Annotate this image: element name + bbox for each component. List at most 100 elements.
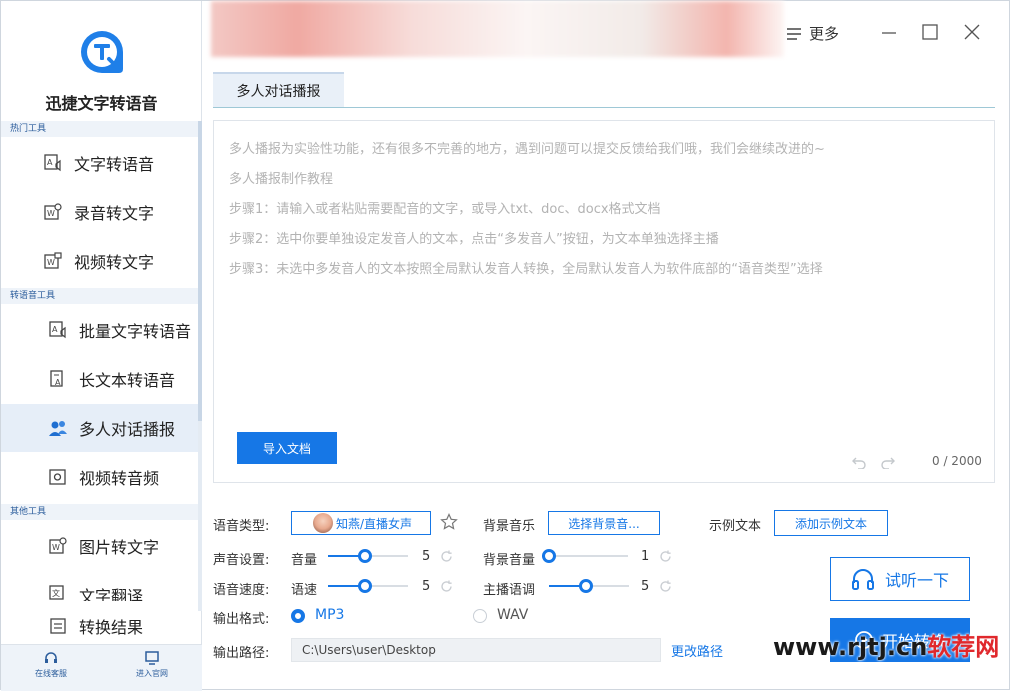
speed-value: 5 (422, 579, 431, 594)
slider-knob[interactable] (542, 549, 556, 563)
svg-text:A: A (47, 158, 53, 167)
app-window: 迅捷文字转语音 热门工具 A 文字转语音 W 录音转文字 W 视频转文字 转语音… (0, 0, 1010, 691)
sidebar-item-label: 批量文字转语音 (79, 322, 192, 341)
svg-text:A: A (55, 378, 61, 387)
sidebar-item-multi-person[interactable]: 多人对话播报 (1, 404, 198, 452)
voice-type-label: 语音类型: (213, 519, 270, 534)
placeholder-line: 步骤1：请输入或者粘贴需要配音的文字，或导入txt、doc、docx格式文档 (229, 202, 661, 217)
change-path-link[interactable]: 更改路径 (671, 641, 723, 660)
sidebar-item-video-to-text[interactable]: W 视频转文字 (1, 237, 198, 285)
audio-to-text-icon: W (44, 203, 62, 220)
import-document-button[interactable]: 导入文档 (237, 432, 337, 464)
sidebar-scrollbar-thumb[interactable] (198, 121, 202, 421)
listen-label: 试听一下 (884, 571, 949, 590)
watermark: www.rjtj.cn软荐网 (773, 627, 999, 662)
watermark-url: www.rjtj.cn (773, 633, 928, 661)
monitor-icon (145, 651, 159, 665)
menu-icon (787, 27, 801, 40)
more-label: 更多 (809, 25, 840, 43)
section-speech-tools: 转语音工具 (1, 288, 202, 304)
reset-icon[interactable] (659, 580, 672, 593)
svg-text:W: W (52, 543, 60, 552)
sidebar-item-label: 文字转语音 (74, 155, 155, 174)
output-path-field[interactable]: C:\Users\user\Desktop (291, 638, 661, 662)
select-bg-music-button[interactable]: 选择背景音... (548, 511, 660, 535)
sidebar-item-image-to-text[interactable]: W 图片转文字 (1, 522, 198, 570)
sidebar-item-translate[interactable]: 文 文字翻译 (1, 571, 198, 601)
sidebar: 迅捷文字转语音 热门工具 A 文字转语音 W 录音转文字 W 视频转文字 转语音… (1, 1, 202, 691)
slider-knob[interactable] (358, 579, 372, 593)
sound-settings-label: 声音设置: (213, 553, 270, 568)
multi-person-icon (49, 421, 67, 436)
char-counter: 0 / 2000 (932, 454, 982, 468)
result-icon (50, 618, 66, 634)
slider-knob[interactable] (579, 579, 593, 593)
svg-text:W: W (47, 258, 55, 267)
sidebar-item-batch-text-to-speech[interactable]: A 批量文字转语音 (1, 306, 198, 354)
minimize-icon[interactable] (880, 23, 898, 41)
tab-multi-person[interactable]: 多人对话播报 (213, 72, 344, 108)
text-to-speech-icon: A (44, 154, 61, 172)
undo-icon[interactable] (852, 455, 866, 469)
speed-slider[interactable] (328, 579, 408, 593)
sidebar-item-label: 视频转音频 (79, 469, 160, 488)
reset-icon[interactable] (440, 550, 453, 563)
bg-volume-slider[interactable] (542, 549, 628, 563)
sidebar-item-label: 多人对话播报 (79, 420, 176, 439)
headphones-icon (851, 569, 874, 590)
sidebar-item-label: 转换结果 (79, 618, 144, 637)
redo-icon[interactable] (881, 455, 895, 469)
translate-icon: 文 (49, 585, 64, 600)
maximize-icon[interactable] (921, 23, 939, 41)
placeholder-line: 多人播报为实验性功能，还有很多不完善的地方，遇到问题可以提交反馈给我们哦，我们会… (229, 142, 825, 157)
sidebar-item-result[interactable]: 转换结果 (1, 602, 198, 650)
section-hot-tools: 热门工具 (1, 121, 202, 137)
bg-volume-value: 1 (641, 549, 650, 564)
speed-settings-label: 语音速度: (213, 583, 270, 598)
online-support-button[interactable]: 在线客服 (21, 651, 81, 679)
slider-knob[interactable] (358, 549, 372, 563)
format-wav-label[interactable]: WAV (497, 607, 528, 623)
video-to-text-icon: W (44, 252, 62, 269)
voice-name: 知燕/直播女声 (336, 516, 413, 531)
voice-select-button[interactable]: 知燕/直播女声 (291, 511, 431, 535)
reset-icon[interactable] (440, 580, 453, 593)
volume-slider[interactable] (328, 549, 408, 563)
placeholder-line: 步骤3：未选中多发音人的文本按照全局默认发音人转换，全局默认发音人为软件底部的“… (229, 262, 823, 277)
close-icon[interactable] (963, 23, 981, 41)
placeholder-line: 多人播报制作教程 (229, 172, 334, 187)
online-support-label: 在线客服 (35, 669, 67, 678)
sidebar-bottom-bar: 在线客服 进入官网 (1, 644, 202, 691)
text-editor[interactable]: 多人播报为实验性功能，还有很多不完善的地方，遇到问题可以提交反馈给我们哦，我们会… (213, 120, 995, 483)
website-label: 进入官网 (136, 669, 168, 678)
sidebar-item-label: 长文本转语音 (79, 371, 176, 390)
tone-label: 主播语调 (483, 583, 536, 598)
reset-icon[interactable] (659, 550, 672, 563)
svg-text:W: W (47, 209, 55, 218)
bg-volume-label: 背景音量 (483, 553, 536, 568)
website-button[interactable]: 进入官网 (122, 651, 182, 679)
sidebar-item-video-to-audio[interactable]: 视频转音频 (1, 453, 198, 501)
add-sample-text-button[interactable]: 添加示例文本 (774, 510, 888, 536)
output-path-label: 输出路径: (213, 646, 270, 661)
sidebar-item-long-text-to-speech[interactable]: A 长文本转语音 (1, 355, 198, 403)
output-format-label: 输出格式: (213, 612, 270, 627)
image-to-text-icon: W (49, 537, 67, 554)
sidebar-item-label: 视频转文字 (74, 253, 155, 272)
svg-text:A: A (52, 325, 58, 334)
tone-slider[interactable] (549, 579, 629, 593)
format-mp3-label[interactable]: MP3 (315, 607, 344, 623)
placeholder-line: 步骤2：选中你要单独设定发音人的文本，点击“多发音人”按钮，为文本单独选择主播 (229, 232, 719, 247)
sample-text-label: 示例文本 (709, 519, 762, 534)
ad-banner[interactable] (211, 1, 784, 57)
format-mp3-radio[interactable] (291, 609, 305, 623)
favorite-star-icon[interactable] (440, 513, 458, 531)
preview-listen-button[interactable]: 试听一下 (830, 557, 970, 601)
tone-value: 5 (641, 579, 650, 594)
sidebar-item-audio-to-text[interactable]: W 录音转文字 (1, 188, 198, 236)
batch-text-icon: A (49, 321, 66, 339)
more-menu-button[interactable]: 更多 (787, 23, 839, 44)
watermark-site: 软荐网 (927, 633, 1000, 661)
format-wav-radio[interactable] (473, 609, 487, 623)
sidebar-item-text-to-speech[interactable]: A 文字转语音 (1, 139, 198, 187)
